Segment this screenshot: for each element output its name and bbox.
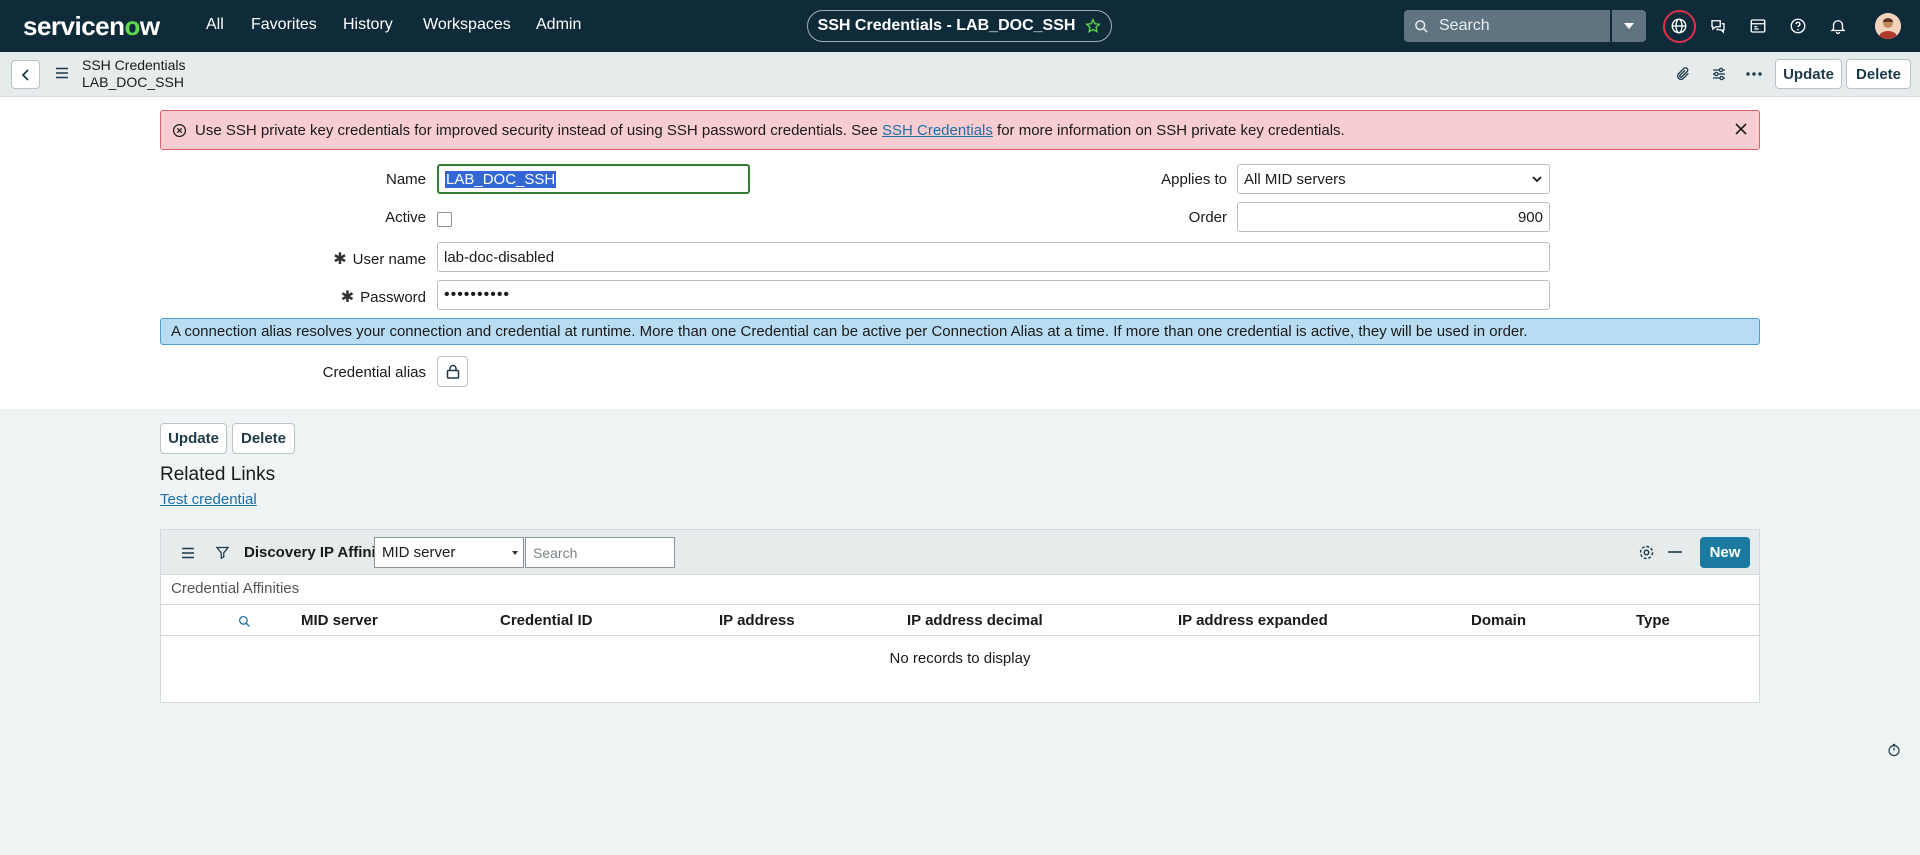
table-header-row: MID server Credential ID IP address IP a… bbox=[161, 604, 1759, 636]
column-header-credential-id[interactable]: Credential ID bbox=[500, 612, 593, 629]
settings-sliders-icon[interactable] bbox=[1709, 64, 1729, 84]
active-checkbox[interactable] bbox=[437, 212, 452, 227]
help-icon[interactable] bbox=[1786, 14, 1810, 38]
order-field[interactable]: 900 bbox=[1237, 202, 1550, 232]
inbox-icon[interactable] bbox=[1746, 14, 1770, 38]
header-update-button[interactable]: Update bbox=[1775, 59, 1842, 89]
column-header-ip-address-decimal[interactable]: IP address decimal bbox=[907, 612, 1043, 629]
form-section: Use SSH private key credentials for impr… bbox=[0, 97, 1920, 409]
password-label: ✱ Password bbox=[340, 289, 426, 306]
column-header-domain[interactable]: Domain bbox=[1471, 612, 1526, 629]
credential-alias-label: Credential alias bbox=[322, 364, 426, 381]
list-menu-icon[interactable] bbox=[181, 547, 195, 559]
connection-alias-info-alert: A connection alias resolves your connect… bbox=[160, 318, 1760, 345]
related-links-title: Related Links bbox=[160, 464, 276, 485]
column-search-icon[interactable] bbox=[238, 615, 251, 628]
applies-to-label: Applies to bbox=[1161, 171, 1227, 188]
response-time-icon[interactable] bbox=[1887, 743, 1901, 757]
related-list-subtitle: Credential Affinities bbox=[171, 580, 300, 597]
search-field-value: MID server bbox=[382, 544, 456, 561]
header-delete-button[interactable]: Delete bbox=[1846, 59, 1911, 89]
ssh-credentials-link[interactable]: SSH Credentials bbox=[882, 122, 993, 139]
alert-text-after: for more information on SSH private key … bbox=[992, 121, 1345, 139]
record-header-bar: SSH Credentials LAB_DOC_SSH Update Delet… bbox=[0, 52, 1920, 97]
table-name: SSH Credentials bbox=[82, 57, 186, 73]
column-header-ip-address[interactable]: IP address bbox=[719, 612, 795, 629]
top-navigation-bar: servicenow All Favorites History Workspa… bbox=[0, 0, 1920, 52]
nav-all[interactable]: All bbox=[206, 16, 224, 34]
context-menu-icon[interactable] bbox=[55, 67, 69, 79]
discovery-ip-affinity-list: Discovery IP Affinity MID server Search … bbox=[160, 529, 1760, 703]
nav-admin[interactable]: Admin bbox=[536, 16, 581, 34]
username-field[interactable]: lab-doc-disabled bbox=[437, 242, 1550, 272]
related-list-toolbar: Discovery IP Affinity MID server Search … bbox=[161, 530, 1759, 575]
column-header-type[interactable]: Type bbox=[1636, 612, 1670, 629]
test-credential-link[interactable]: Test credential bbox=[160, 491, 257, 508]
chevron-down-icon bbox=[1532, 176, 1542, 183]
alert-message: Use SSH private key credentials for impr… bbox=[195, 122, 1345, 139]
error-circle-icon bbox=[172, 123, 187, 138]
empty-state-message: No records to display bbox=[889, 650, 1031, 667]
credential-alias-lock-button[interactable] bbox=[437, 356, 468, 387]
record-name: LAB_DOC_SSH bbox=[82, 74, 184, 90]
gear-icon[interactable] bbox=[1638, 544, 1655, 561]
username-label: ✱ User name bbox=[333, 251, 426, 268]
collapse-icon[interactable] bbox=[1668, 551, 1682, 553]
more-options-icon[interactable] bbox=[1744, 64, 1764, 84]
search-scope-dropdown[interactable] bbox=[1612, 10, 1646, 42]
name-field[interactable]: LAB_DOC_SSH bbox=[437, 164, 750, 194]
nav-favorites[interactable]: Favorites bbox=[251, 16, 317, 34]
order-label: Order bbox=[1188, 209, 1227, 226]
form-delete-button[interactable]: Delete bbox=[232, 423, 295, 454]
column-header-mid-server[interactable]: MID server bbox=[301, 612, 378, 629]
info-message: A connection alias resolves your connect… bbox=[171, 323, 1528, 340]
record-title: SSH Credentials - LAB_DOC_SSH bbox=[817, 17, 1076, 34]
applies-to-select[interactable]: All MID servers bbox=[1237, 164, 1550, 194]
form-update-button[interactable]: Update bbox=[160, 423, 227, 454]
new-button[interactable]: New bbox=[1700, 537, 1750, 568]
search-field-select[interactable]: MID server bbox=[374, 537, 524, 568]
alert-text-before: Use SSH private key credentials for impr… bbox=[195, 121, 882, 139]
record-breadcrumb: SSH Credentials LAB_DOC_SSH bbox=[82, 57, 186, 91]
nav-workspaces[interactable]: Workspaces bbox=[423, 16, 511, 34]
search-icon bbox=[1414, 19, 1429, 34]
globe-icon[interactable] bbox=[1667, 14, 1691, 38]
ssh-key-warning-alert: Use SSH private key credentials for impr… bbox=[160, 110, 1760, 150]
column-header-ip-address-expanded[interactable]: IP address expanded bbox=[1178, 612, 1328, 629]
applies-to-value: All MID servers bbox=[1244, 170, 1346, 188]
star-icon[interactable] bbox=[1085, 18, 1102, 34]
notifications-bell-icon[interactable] bbox=[1826, 14, 1850, 38]
caret-down-icon bbox=[512, 551, 518, 555]
related-list-search-input[interactable]: Search bbox=[525, 537, 675, 568]
name-label: Name bbox=[385, 171, 426, 188]
user-avatar[interactable] bbox=[1875, 13, 1901, 39]
servicenow-logo[interactable]: servicenow bbox=[23, 11, 160, 42]
close-icon[interactable] bbox=[1735, 123, 1747, 135]
chevron-down-icon bbox=[1624, 23, 1634, 29]
chat-icon[interactable] bbox=[1706, 14, 1730, 38]
active-label: Active bbox=[385, 209, 426, 226]
filter-icon[interactable] bbox=[215, 545, 230, 560]
required-asterisk-icon: ✱ bbox=[333, 251, 347, 268]
global-search-input[interactable]: Search bbox=[1404, 10, 1610, 42]
record-title-pill[interactable]: SSH Credentials - LAB_DOC_SSH bbox=[807, 10, 1112, 42]
paperclip-icon[interactable] bbox=[1673, 64, 1693, 84]
nav-history[interactable]: History bbox=[343, 16, 393, 34]
password-field[interactable]: •••••••••• bbox=[437, 280, 1550, 310]
chevron-left-icon bbox=[21, 68, 29, 81]
required-asterisk-icon: ✱ bbox=[340, 289, 355, 306]
back-button[interactable] bbox=[11, 60, 40, 89]
search-placeholder: Search bbox=[1439, 17, 1490, 34]
related-list-name: Discovery IP Affinity bbox=[244, 544, 390, 561]
lock-icon bbox=[446, 364, 459, 379]
name-value: LAB_DOC_SSH bbox=[445, 170, 557, 188]
